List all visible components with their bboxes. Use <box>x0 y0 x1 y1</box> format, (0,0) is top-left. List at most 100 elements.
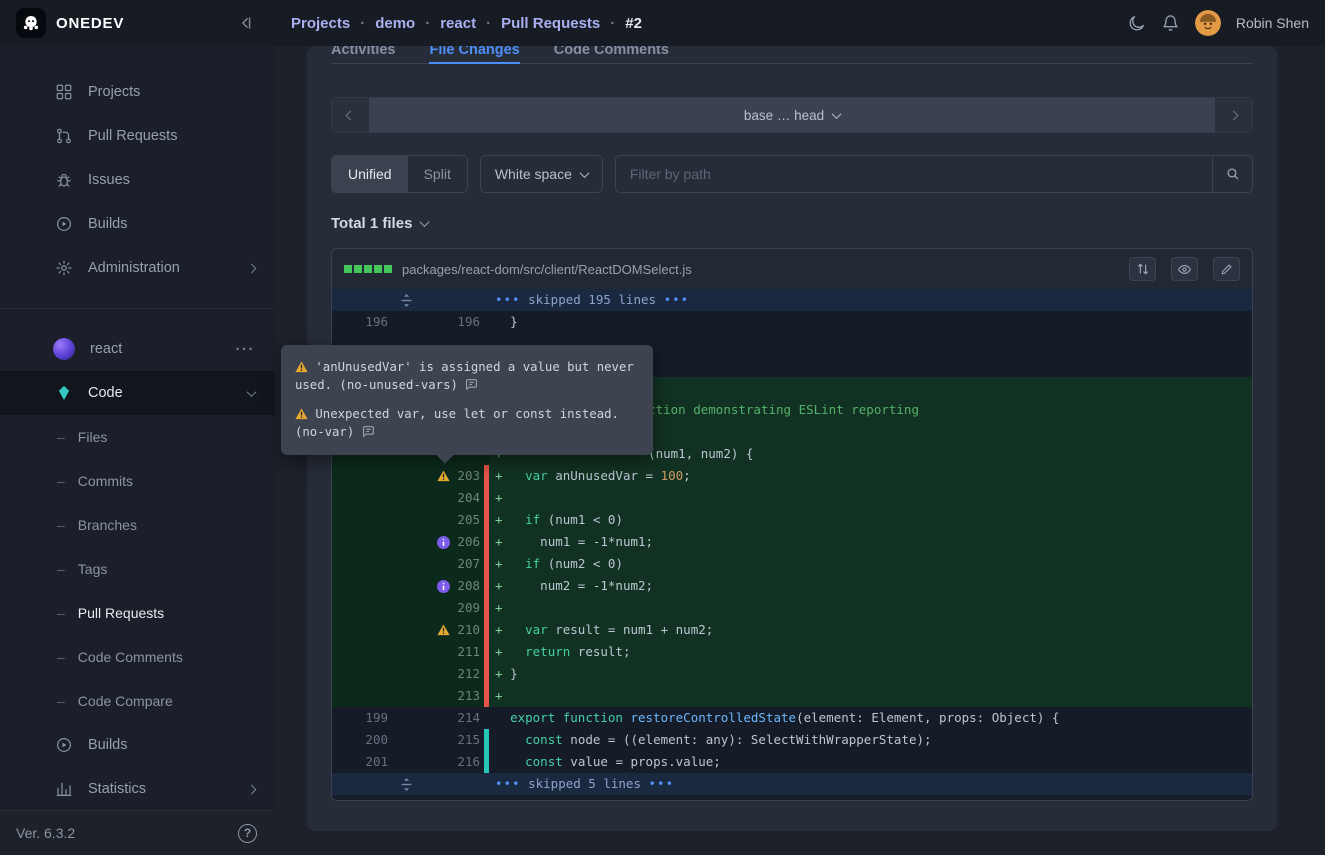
collapse-sidebar-icon[interactable] <box>235 13 255 33</box>
new-line-number: 210 <box>454 619 480 641</box>
tab-bar: Activities File Changes Code Comments <box>331 46 1253 64</box>
tab-activities[interactable]: Activities <box>331 46 395 58</box>
code-line: const node = ((element: any): SelectWith… <box>489 729 1252 751</box>
code-line: const value = props.value; <box>489 751 1252 773</box>
sidebar-subitem-label: Commits <box>78 473 133 489</box>
dash-icon: – <box>57 561 65 577</box>
new-line-number: 208 <box>454 575 480 597</box>
gutter-icon-slot <box>432 685 454 707</box>
sidebar-lower: BuildsStatistics <box>0 723 275 810</box>
more-options-icon[interactable]: ··· <box>236 341 256 358</box>
expand-lines-icon[interactable] <box>401 778 412 791</box>
breadcrumb-separator: · <box>360 15 365 32</box>
old-line-number: 201 <box>332 751 388 773</box>
help-icon[interactable]: ? <box>238 824 257 843</box>
tab-file-changes[interactable]: File Changes <box>429 46 519 58</box>
gutter-icon-slot <box>432 663 454 685</box>
diff-row: 199214 export function restoreControlled… <box>332 707 1252 729</box>
old-line-number: 200 <box>332 729 388 751</box>
sidebar-item-code[interactable]: Code <box>0 371 275 415</box>
diffstat-blocks <box>344 265 392 273</box>
diff-row: 200 215 const node = ((element: any): Sel… <box>332 729 1252 751</box>
dash-icon: – <box>57 473 65 489</box>
old-line-number <box>332 553 388 575</box>
project-name: react <box>90 341 221 357</box>
new-line-number: 204 <box>454 487 480 509</box>
sidebar-subitem-commits[interactable]: –Commits <box>0 459 275 503</box>
diff-mode-toggle: Unified Split <box>331 155 468 193</box>
old-line-number <box>332 685 388 707</box>
add-comment-icon[interactable] <box>362 425 375 439</box>
user-avatar[interactable] <box>1195 10 1221 36</box>
breadcrumb-item-pull-requests[interactable]: Pull Requests <box>501 15 600 32</box>
unified-button[interactable]: Unified <box>332 156 408 192</box>
edit-file-button[interactable] <box>1213 257 1240 281</box>
diffstat-add-block <box>364 265 372 273</box>
user-name[interactable]: Robin Shen <box>1236 15 1309 31</box>
sidebar-footer: Ver. 6.3.2 ? <box>0 810 275 855</box>
projects-icon <box>55 83 73 101</box>
sidebar-item-builds[interactable]: Builds <box>0 202 275 246</box>
lint-warnings-popup: 'anUnusedVar' is assigned a value but ne… <box>281 345 653 455</box>
info-icon[interactable] <box>432 575 454 597</box>
add-comment-icon[interactable] <box>465 378 478 392</box>
sidebar-item-react-project[interactable]: react ··· <box>0 327 275 371</box>
range-next-button[interactable] <box>1215 98 1252 132</box>
sidebar-item-pull-requests[interactable]: Pull Requests <box>0 114 275 158</box>
new-line-number: 206 <box>454 531 480 553</box>
sidebar-subitem-files[interactable]: –Files <box>0 415 275 459</box>
code-line: + num1 = -1*num1; <box>489 531 1252 553</box>
jump-to-change-button[interactable] <box>1129 257 1156 281</box>
old-line-number <box>332 575 388 597</box>
code-line: + num2 = -1*num2; <box>489 575 1252 597</box>
diffstat-add-block <box>384 265 392 273</box>
sidebar-subitem-pull-requests[interactable]: –Pull Requests <box>0 591 275 635</box>
sidebar-subitem-code-compare[interactable]: –Code Compare <box>0 679 275 723</box>
range-selector[interactable]: base … head <box>369 98 1215 132</box>
old-line-number: 196 <box>332 311 388 333</box>
new-line-number: 214 <box>454 707 480 729</box>
old-line-number <box>332 531 388 553</box>
range-prev-button[interactable] <box>332 98 369 132</box>
dash-icon: – <box>57 649 65 665</box>
gutter-icon-slot <box>432 597 454 619</box>
code-line: + if (num2 < 0) <box>489 553 1252 575</box>
warning-icon[interactable] <box>432 619 454 641</box>
dash-icon: – <box>57 693 65 709</box>
diff-row: 210 + var result = num1 + num2; <box>332 619 1252 641</box>
sidebar-subitem-code-comments[interactable]: –Code Comments <box>0 635 275 679</box>
view-file-button[interactable] <box>1171 257 1198 281</box>
expand-lines-icon[interactable] <box>401 294 412 307</box>
new-line-number: 212 <box>454 663 480 685</box>
search-button[interactable] <box>1212 156 1252 192</box>
new-line-number: 211 <box>454 641 480 663</box>
sidebar-subitem-label: Code Comments <box>78 649 183 665</box>
whitespace-dropdown[interactable]: White space <box>480 155 603 193</box>
split-button[interactable]: Split <box>408 156 467 192</box>
sidebar-subitem-branches[interactable]: –Branches <box>0 503 275 547</box>
tab-code-comments[interactable]: Code Comments <box>554 46 669 58</box>
gear-icon <box>55 259 73 277</box>
sidebar-item-statistics[interactable]: Statistics <box>0 767 275 810</box>
sidebar-item-issues[interactable]: Issues <box>0 158 275 202</box>
breadcrumb-item-projects[interactable]: Projects <box>291 15 350 32</box>
code-line: + var result = num1 + num2; <box>489 619 1252 641</box>
breadcrumb-item-demo[interactable]: demo <box>375 15 415 32</box>
sidebar-subitem-label: Tags <box>78 561 108 577</box>
sidebar-item-projects[interactable]: Projects <box>0 70 275 114</box>
sidebar-subitem-tags[interactable]: –Tags <box>0 547 275 591</box>
filter-path-input[interactable] <box>616 156 1212 192</box>
sidebar-subnav: –Files–Commits–Branches–Tags–Pull Reques… <box>0 415 275 723</box>
new-line-number: 215 <box>454 729 480 751</box>
sidebar-item-builds[interactable]: Builds <box>0 723 275 767</box>
breadcrumb-item-react[interactable]: react <box>440 15 476 32</box>
notifications-icon[interactable] <box>1161 14 1180 33</box>
project-avatar <box>53 338 75 360</box>
warning-icon[interactable] <box>432 465 454 487</box>
info-icon[interactable] <box>432 531 454 553</box>
dark-mode-moon-icon[interactable] <box>1127 14 1146 33</box>
code-line: + } <box>489 663 1252 685</box>
sidebar-item-administration[interactable]: Administration <box>0 246 275 290</box>
total-files-toggle[interactable]: Total 1 files <box>331 215 1253 232</box>
sidebar-divider <box>0 308 275 309</box>
